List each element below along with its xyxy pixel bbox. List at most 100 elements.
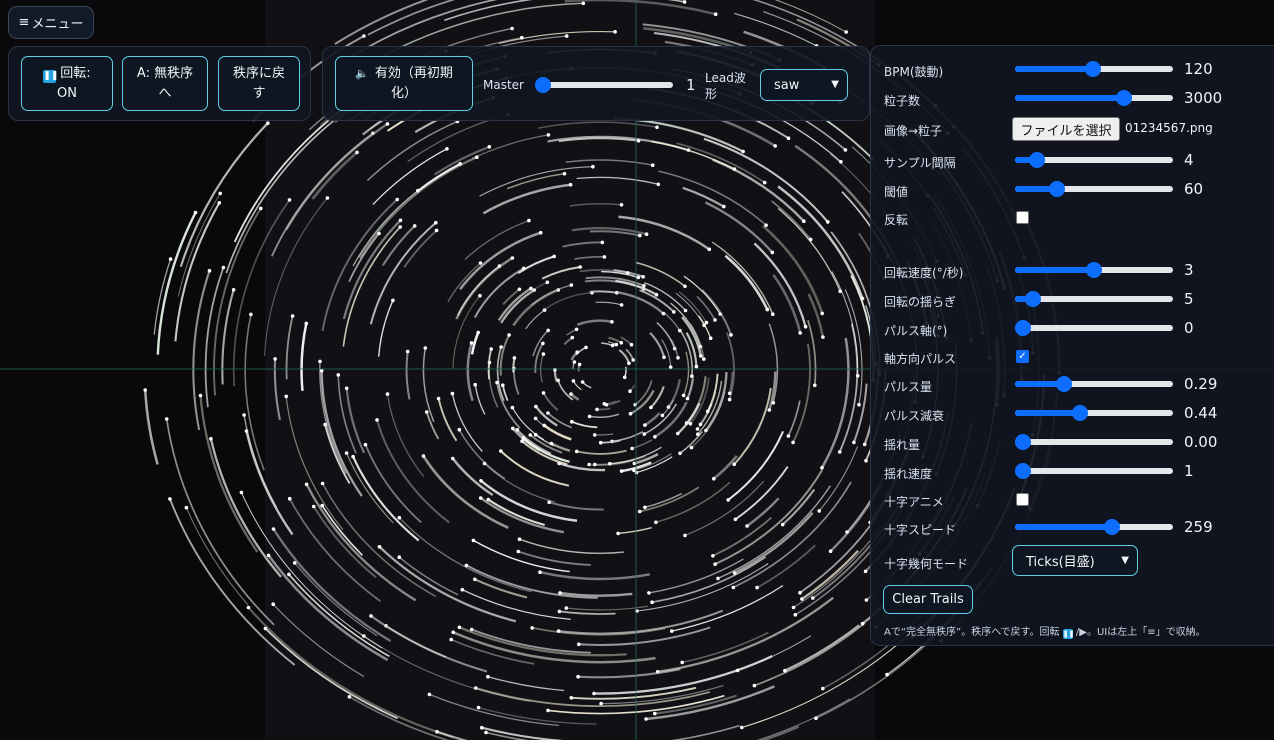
particle-head — [480, 725, 484, 730]
particle-head — [764, 223, 768, 227]
invert-checkbox[interactable] — [1016, 211, 1029, 224]
particle-head — [791, 605, 796, 610]
particle-head — [271, 527, 276, 531]
particle-head — [476, 705, 481, 710]
audio-enable-label-1: 有効（再初期 — [374, 66, 453, 81]
rot-speed-slider[interactable] — [1015, 262, 1173, 278]
particle-head — [802, 219, 806, 223]
particle-trail — [512, 357, 516, 373]
audio-enable-button[interactable]: 🔈 有効（再初期 化） — [335, 56, 473, 111]
particle-head — [844, 30, 848, 34]
cross-mode-select[interactable]: Ticks(目盛) ▼ — [1012, 545, 1138, 576]
shake-amount-slider[interactable] — [1015, 434, 1173, 450]
file-name: 01234567.png — [1125, 121, 1213, 135]
pulse-decay-value: 0.44 — [1184, 404, 1218, 422]
cross-anim-checkbox[interactable] — [1016, 493, 1029, 506]
pulse-decay-row: パルス減衰 0.44 — [871, 403, 1274, 425]
particle-head — [771, 312, 775, 317]
particle-head — [647, 591, 651, 595]
particle-head — [538, 230, 543, 235]
file-select-button[interactable]: ファイルを選択 — [1012, 117, 1120, 141]
particle-head — [516, 549, 521, 554]
particle-head — [557, 461, 561, 466]
axial-pulse-checkbox[interactable]: ✓ — [1016, 350, 1029, 363]
particle-head — [860, 621, 865, 626]
particles-slider[interactable] — [1015, 90, 1173, 106]
particle-head — [786, 434, 791, 438]
bpm-slider[interactable] — [1015, 61, 1173, 77]
particle-head — [546, 133, 551, 137]
particle-head — [654, 520, 658, 525]
particle-head — [702, 357, 706, 361]
pulse-amount-label: パルス量 — [884, 380, 933, 394]
pulse-axis-slider[interactable] — [1015, 320, 1173, 336]
master-slider-thumb[interactable] — [535, 77, 551, 93]
restore-order-button[interactable]: 秩序に戻 す — [218, 56, 300, 111]
particle-head — [266, 121, 270, 125]
particle-head — [668, 365, 673, 370]
particle-head — [450, 391, 455, 396]
particle-head — [644, 717, 648, 721]
particle-head — [486, 497, 491, 502]
particle-head — [546, 328, 550, 333]
particle-head — [741, 149, 745, 154]
clear-trails-button[interactable]: Clear Trails — [883, 585, 973, 614]
master-value: 1 — [686, 76, 696, 94]
particle-head — [780, 522, 785, 527]
audio-panel: 🔈 有効（再初期 化） Master 1 Lead波 形 saw ▼ — [322, 46, 870, 121]
order-label-1: 秩序に戻 — [232, 66, 285, 81]
particle-head — [479, 479, 483, 483]
particle-head — [538, 570, 542, 574]
particle-head — [863, 569, 868, 574]
lead-wave-value: saw — [774, 77, 800, 93]
footnote-part-1: Aで“完全無秩序”。秩序へで戻す。回転 — [884, 627, 1060, 638]
threshold-slider[interactable] — [1015, 181, 1173, 197]
particle-head — [546, 411, 550, 415]
particle-head — [852, 440, 856, 445]
particle-head — [643, 423, 647, 427]
particle-head — [695, 427, 700, 431]
particle-head — [650, 600, 654, 604]
cross-mode-label: 十字幾何モード — [884, 557, 969, 571]
shake-speed-slider[interactable] — [1015, 463, 1173, 479]
particle-head — [698, 422, 703, 427]
particle-head — [593, 462, 597, 467]
particle-head — [616, 531, 620, 536]
particle-head — [587, 414, 592, 419]
particle-head — [562, 171, 567, 176]
particle-head — [484, 730, 488, 735]
particle-head — [712, 476, 716, 481]
rotate-toggle-button[interactable]: ❚❚ 回転: ON — [21, 56, 113, 111]
sample-slider[interactable] — [1015, 152, 1173, 168]
particle-head — [649, 405, 653, 410]
particle-head — [239, 490, 244, 495]
particle-head — [385, 122, 390, 126]
particle-head — [864, 598, 869, 602]
particle-head — [395, 197, 400, 202]
particle-head — [511, 426, 515, 431]
axial-pulse-label: 軸方向パルス — [884, 352, 957, 366]
particle-head — [610, 320, 614, 324]
particle-head — [683, 533, 687, 538]
pulse-amount-slider[interactable] — [1015, 376, 1173, 392]
particle-head — [656, 182, 661, 187]
threshold-value: 60 — [1184, 180, 1204, 198]
particle-head — [474, 686, 478, 690]
particle-head — [217, 201, 222, 205]
master-slider[interactable] — [535, 77, 673, 93]
pulse-decay-slider[interactable] — [1015, 405, 1173, 421]
rot-wobble-slider[interactable] — [1015, 291, 1173, 307]
particle-head — [184, 505, 189, 510]
chaos-button[interactable]: A: 無秩序 へ — [122, 56, 208, 111]
menu-toggle-button[interactable]: ≡ メニュー — [8, 6, 94, 39]
cross-speed-slider[interactable] — [1015, 519, 1173, 535]
particle-head — [528, 433, 533, 437]
cross-anim-row: 十字アニメ — [871, 489, 1274, 511]
lead-wave-select[interactable]: saw ▼ — [760, 69, 848, 101]
particle-head — [708, 336, 713, 341]
particle-head — [713, 12, 718, 16]
particle-head — [755, 585, 759, 590]
particle-head — [699, 354, 703, 358]
particle-head — [587, 462, 591, 467]
particle-head — [732, 462, 736, 467]
